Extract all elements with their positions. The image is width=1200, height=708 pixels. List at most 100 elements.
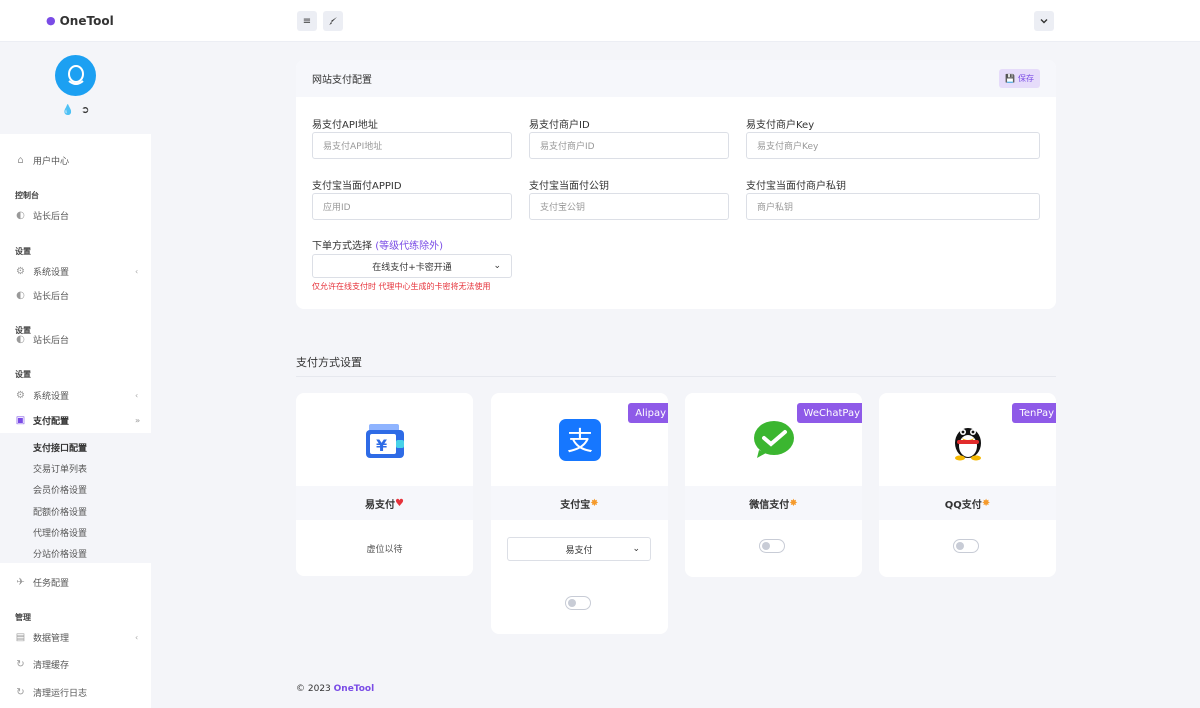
card-title: 网站支付配置	[312, 75, 372, 86]
sidebar-item-payment-config[interactable]: ▣ 支付配置 »	[15, 414, 140, 427]
sidebar-item-label: 清理缓存	[33, 661, 70, 671]
sidebar-item-label: 支付配置	[33, 417, 70, 427]
epay-merchant-key-input[interactable]: 易支付商户Key	[746, 132, 1040, 159]
submenu-item-payment-api[interactable]: 支付接口配置	[33, 441, 87, 454]
app-name: OneTool	[59, 13, 114, 28]
pay-name: 易支付 ♥	[296, 486, 473, 520]
refresh-icon: ↻	[16, 687, 25, 698]
chevron-left-icon: ‹	[135, 633, 139, 642]
field-label: 支付宝当面付商户私钥	[746, 181, 846, 192]
sidebar-item-label: 用户中心	[33, 157, 70, 167]
star-icon: ✸	[590, 497, 599, 509]
hamburger-icon: ≡	[302, 15, 312, 27]
chevron-down-double-icon: »	[135, 416, 141, 425]
svg-text:支: 支	[566, 427, 592, 457]
sidebar-item-label: 清理运行日志	[33, 689, 88, 699]
sidebar-item-admin[interactable]: ◐ 站长后台	[15, 289, 69, 302]
chevron-down-icon	[1040, 19, 1048, 24]
sidebar: 💧 ➲ ⌂ 用户中心 控制台 ◐ 站长后台 设置 ⚙ 系统设置 ‹ ◐ 站长后台…	[0, 42, 151, 708]
submenu-item-quota-price[interactable]: 配额价格设置	[33, 505, 87, 518]
sidebar-item-task-config[interactable]: ✈ 任务配置	[15, 576, 69, 589]
wallet-icon: ¥	[365, 423, 404, 458]
order-mode-hint: (等级代练除外)	[375, 241, 443, 252]
alipay-private-key-input[interactable]: 商户私钥	[746, 193, 1040, 220]
qq-penguin-icon	[954, 427, 981, 460]
pay-name: 微信支付 ✸	[685, 486, 862, 520]
fire-icon[interactable]: 💧	[62, 105, 74, 116]
money-icon: ▣	[15, 415, 26, 426]
alipay-appid-input[interactable]: 应用ID	[312, 193, 512, 220]
alipay-channel-value: 易支付	[565, 545, 593, 556]
pay-name-text: 支付宝	[560, 499, 591, 511]
sidebar-item-data-manage[interactable]: ▤ 数据管理 ‹	[15, 631, 138, 644]
pay-icon-area: ¥	[296, 393, 473, 486]
refresh-icon: ↻	[16, 659, 25, 670]
submenu-item-agent-price[interactable]: 代理价格设置	[33, 526, 87, 539]
warning-text: 仅允许在线支付时 代理中心生成的卡密将无法使用	[312, 282, 491, 291]
home-icon: ⌂	[17, 155, 24, 166]
star-icon: ✸	[981, 497, 991, 509]
sidebar-item-label: 数据管理	[33, 634, 70, 644]
order-mode-select[interactable]: 在线支付+卡密开通 ⌄	[312, 254, 512, 278]
sidebar-item-user-center[interactable]: ⌂ 用户中心	[15, 154, 69, 167]
chevron-left-icon: ‹	[135, 391, 139, 400]
sidebar-item-clear-logs[interactable]: ↻ 清理运行日志	[15, 686, 87, 699]
alipay-public-key-input[interactable]: 支付宝公钥	[529, 193, 729, 220]
menu-toggle-button[interactable]: ≡	[297, 11, 317, 31]
field-label: 支付宝当面付公钥	[529, 181, 609, 192]
wechat-toggle[interactable]	[759, 539, 785, 553]
save-button[interactable]: 💾 保存	[999, 69, 1040, 88]
alipay-channel-select[interactable]: 易支付 ⌄	[507, 537, 651, 561]
gear-icon: ⚙	[16, 390, 25, 401]
qq-toggle[interactable]	[953, 539, 979, 553]
field-label: 易支付商户ID	[529, 120, 590, 131]
sidebar-item-admin[interactable]: ◐ 站长后台	[15, 333, 69, 346]
pay-body	[685, 520, 862, 577]
save-button-label: 保存	[1018, 74, 1034, 83]
nav-heading: 控制台	[15, 191, 39, 200]
footer-brand-link[interactable]: OneTool	[334, 684, 375, 694]
pay-name: 支付宝 ✸	[491, 486, 668, 520]
dashboard-icon: ◐	[16, 210, 25, 221]
heart-icon: ♥	[395, 497, 404, 509]
field-label: 易支付API地址	[312, 120, 378, 131]
order-mode-value: 在线支付+卡密开通	[372, 262, 452, 273]
pay-card-qq: TenPay QQ支付 ✸	[879, 393, 1056, 577]
dashboard-icon: ◐	[16, 334, 25, 345]
placeholder-text: 虚位以待	[366, 544, 403, 555]
sidebar-item-system-settings[interactable]: ⚙ 系统设置 ‹	[15, 389, 138, 402]
user-dropdown-button[interactable]	[1034, 11, 1054, 31]
theme-button[interactable]	[323, 11, 343, 31]
sidebar-item-clear-cache[interactable]: ↻ 清理缓存	[15, 658, 69, 671]
pay-card-alipay: Alipay 支 支付宝 ✸ 易支付 ⌄	[491, 393, 668, 634]
svg-text:¥: ¥	[376, 436, 387, 455]
pay-badge: TenPay	[1012, 403, 1056, 423]
field-label: 支付宝当面付APPID	[312, 181, 402, 192]
submenu-item-substation-price[interactable]: 分站价格设置	[33, 547, 87, 560]
avatar[interactable]	[55, 55, 96, 96]
logout-icon[interactable]: ➲	[81, 105, 89, 116]
sidebar-item-label: 站长后台	[33, 212, 70, 222]
pay-name-text: 易支付	[365, 499, 396, 511]
sidebar-item-label: 任务配置	[33, 579, 70, 589]
submenu-item-member-price[interactable]: 会员价格设置	[33, 483, 87, 496]
footer: © 2023 OneTool	[296, 684, 374, 694]
epay-merchant-id-input[interactable]: 易支付商户ID	[529, 132, 729, 159]
brush-icon	[329, 17, 337, 25]
epay-api-url-input[interactable]: 易支付API地址	[312, 132, 512, 159]
pay-name-text: 微信支付	[749, 499, 790, 511]
sidebar-item-system-settings[interactable]: ⚙ 系统设置 ‹	[15, 265, 138, 278]
qq-avatar-icon	[67, 64, 84, 85]
submenu-item-orders[interactable]: 交易订单列表	[33, 462, 87, 475]
pay-badge: Alipay	[628, 403, 668, 423]
top-bar: ● OneTool ≡	[0, 0, 1200, 42]
sidebar-item-admin[interactable]: ◐ 站长后台	[15, 209, 69, 222]
profile-panel: 💧 ➲	[0, 42, 151, 134]
section-title: 支付方式设置	[296, 356, 362, 369]
nav-heading: 设置	[15, 247, 31, 256]
toggle-knob	[762, 542, 770, 550]
alipay-icon: 支	[558, 418, 601, 461]
alipay-toggle[interactable]	[565, 596, 591, 610]
app-logo[interactable]: ● OneTool	[0, 14, 151, 28]
order-mode-label: 下单方式选择 (等级代练除外)	[312, 237, 443, 252]
